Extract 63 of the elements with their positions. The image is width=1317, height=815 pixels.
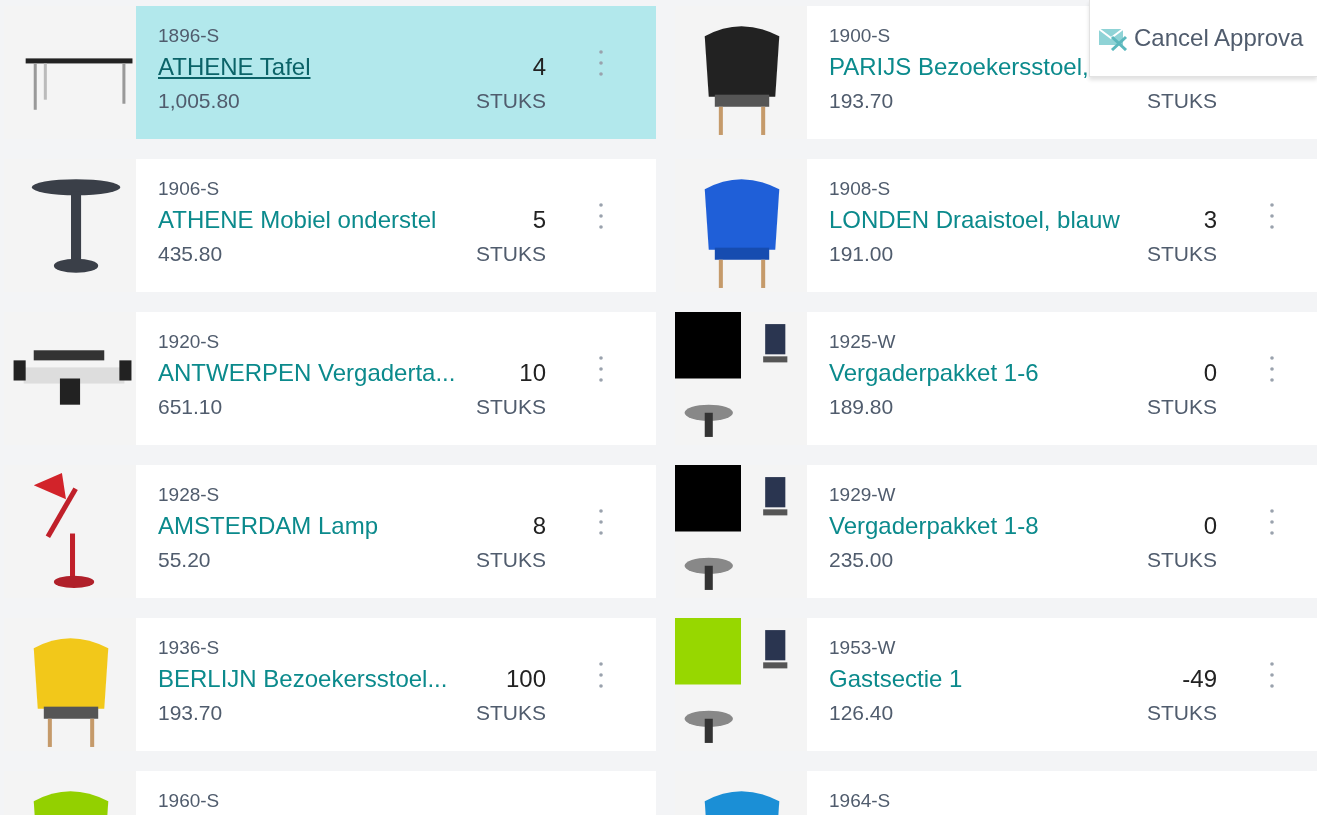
item-number: 1925-W (829, 330, 896, 354)
item-quantity: 0 (1203, 512, 1217, 540)
item-number: 1900-S (829, 24, 891, 48)
item-quantity: 3 (1203, 206, 1217, 234)
item-number: 1929-W (829, 483, 896, 507)
item-price: 235.00 (829, 547, 894, 573)
item-number: 1960-S (158, 789, 220, 813)
item-quantity: 100 (505, 665, 546, 693)
item-unit: STUKS (476, 395, 546, 419)
item-number: 1964-S (829, 789, 891, 813)
item-card[interactable]: 1929-W Vergaderpakket 1-8 0 235.00 STUKS (675, 465, 1317, 598)
item-quantity: 5 (532, 206, 546, 234)
item-title-link[interactable]: Vergaderpakket 1-8 (829, 509, 1039, 543)
item-number: 1896-S (158, 24, 220, 48)
item-price: 189.80 (829, 394, 894, 420)
item-title-link[interactable]: ATHENE Mobiel onderstel (158, 203, 437, 237)
item-card[interactable]: 1896-S ATHENE Tafel 4 1,005.80 STUKS (4, 6, 656, 139)
item-unit: STUKS (1147, 701, 1217, 725)
item-card[interactable]: 1953-W Gastsectie 1 -49 126.40 STUKS (675, 618, 1317, 751)
item-card[interactable]: 1960-S (4, 771, 656, 815)
item-unit: STUKS (476, 89, 546, 113)
item-quantity: -49 (1182, 665, 1217, 693)
item-card[interactable]: 1925-W Vergaderpakket 1-6 0 189.80 STUKS (675, 312, 1317, 445)
item-number: 1928-S (158, 483, 220, 507)
item-title-link[interactable]: AMSTERDAM Lamp (158, 509, 379, 543)
item-card[interactable]: 1928-S AMSTERDAM Lamp 8 55.20 STUKS (4, 465, 656, 598)
item-title-link[interactable]: Gastsectie 1 (829, 662, 963, 696)
item-price: 126.40 (829, 700, 894, 726)
item-price: 651.10 (158, 394, 223, 420)
item-price: 1,005.80 (158, 88, 240, 114)
item-quantity: 0 (1203, 359, 1217, 387)
item-unit: STUKS (1147, 242, 1217, 266)
item-number: 1920-S (158, 330, 220, 354)
item-card[interactable]: 1964-S (675, 771, 1317, 815)
item-quantity: 8 (532, 512, 546, 540)
item-price: 55.20 (158, 547, 211, 573)
item-quantity: 10 (519, 359, 546, 387)
item-card[interactable]: 1920-S ANTWERPEN Vergaderta... 10 651.10 STUKS (4, 312, 656, 445)
more-options-icon[interactable] (546, 6, 656, 139)
item-number: 1953-W (829, 636, 896, 660)
item-price: 193.70 (158, 700, 223, 726)
item-title-link[interactable]: ANTWERPEN Vergaderta... (158, 356, 456, 390)
item-price: 435.80 (158, 241, 223, 267)
item-card[interactable]: 1908-S LONDEN Draaistoel, blauw 3 191.00 STUKS (675, 159, 1317, 292)
item-price: 191.00 (829, 241, 894, 267)
item-card[interactable]: 1906-S ATHENE Mobiel onderstel 5 435.80 STUKS (4, 159, 656, 292)
item-card[interactable]: 1936-S BERLIJN Bezoekersstoel... 100 193.70 STUKS (4, 618, 656, 751)
item-title-link[interactable]: ATHENE Tafel (158, 50, 311, 84)
item-number: 1906-S (158, 177, 220, 201)
item-title-link[interactable]: LONDEN Draaistoel, blauw (829, 203, 1120, 237)
item-title-link[interactable]: Vergaderpakket 1-6 (829, 356, 1039, 390)
item-title-link[interactable]: BERLIJN Bezoekersstoel... (158, 662, 448, 696)
item-title-link[interactable]: PARIJS Bezoekersstoel, (829, 50, 1089, 84)
item-number: 1936-S (158, 636, 220, 660)
item-number: 1908-S (829, 177, 891, 201)
item-quantity: 4 (532, 53, 546, 81)
item-unit: STUKS (476, 242, 546, 266)
item-unit: STUKS (476, 548, 546, 572)
item-unit: STUKS (1147, 395, 1217, 419)
item-unit: STUKS (1147, 89, 1217, 113)
item-unit: STUKS (1147, 548, 1217, 572)
item-price: 193.70 (829, 88, 894, 114)
item-unit: STUKS (476, 701, 546, 725)
